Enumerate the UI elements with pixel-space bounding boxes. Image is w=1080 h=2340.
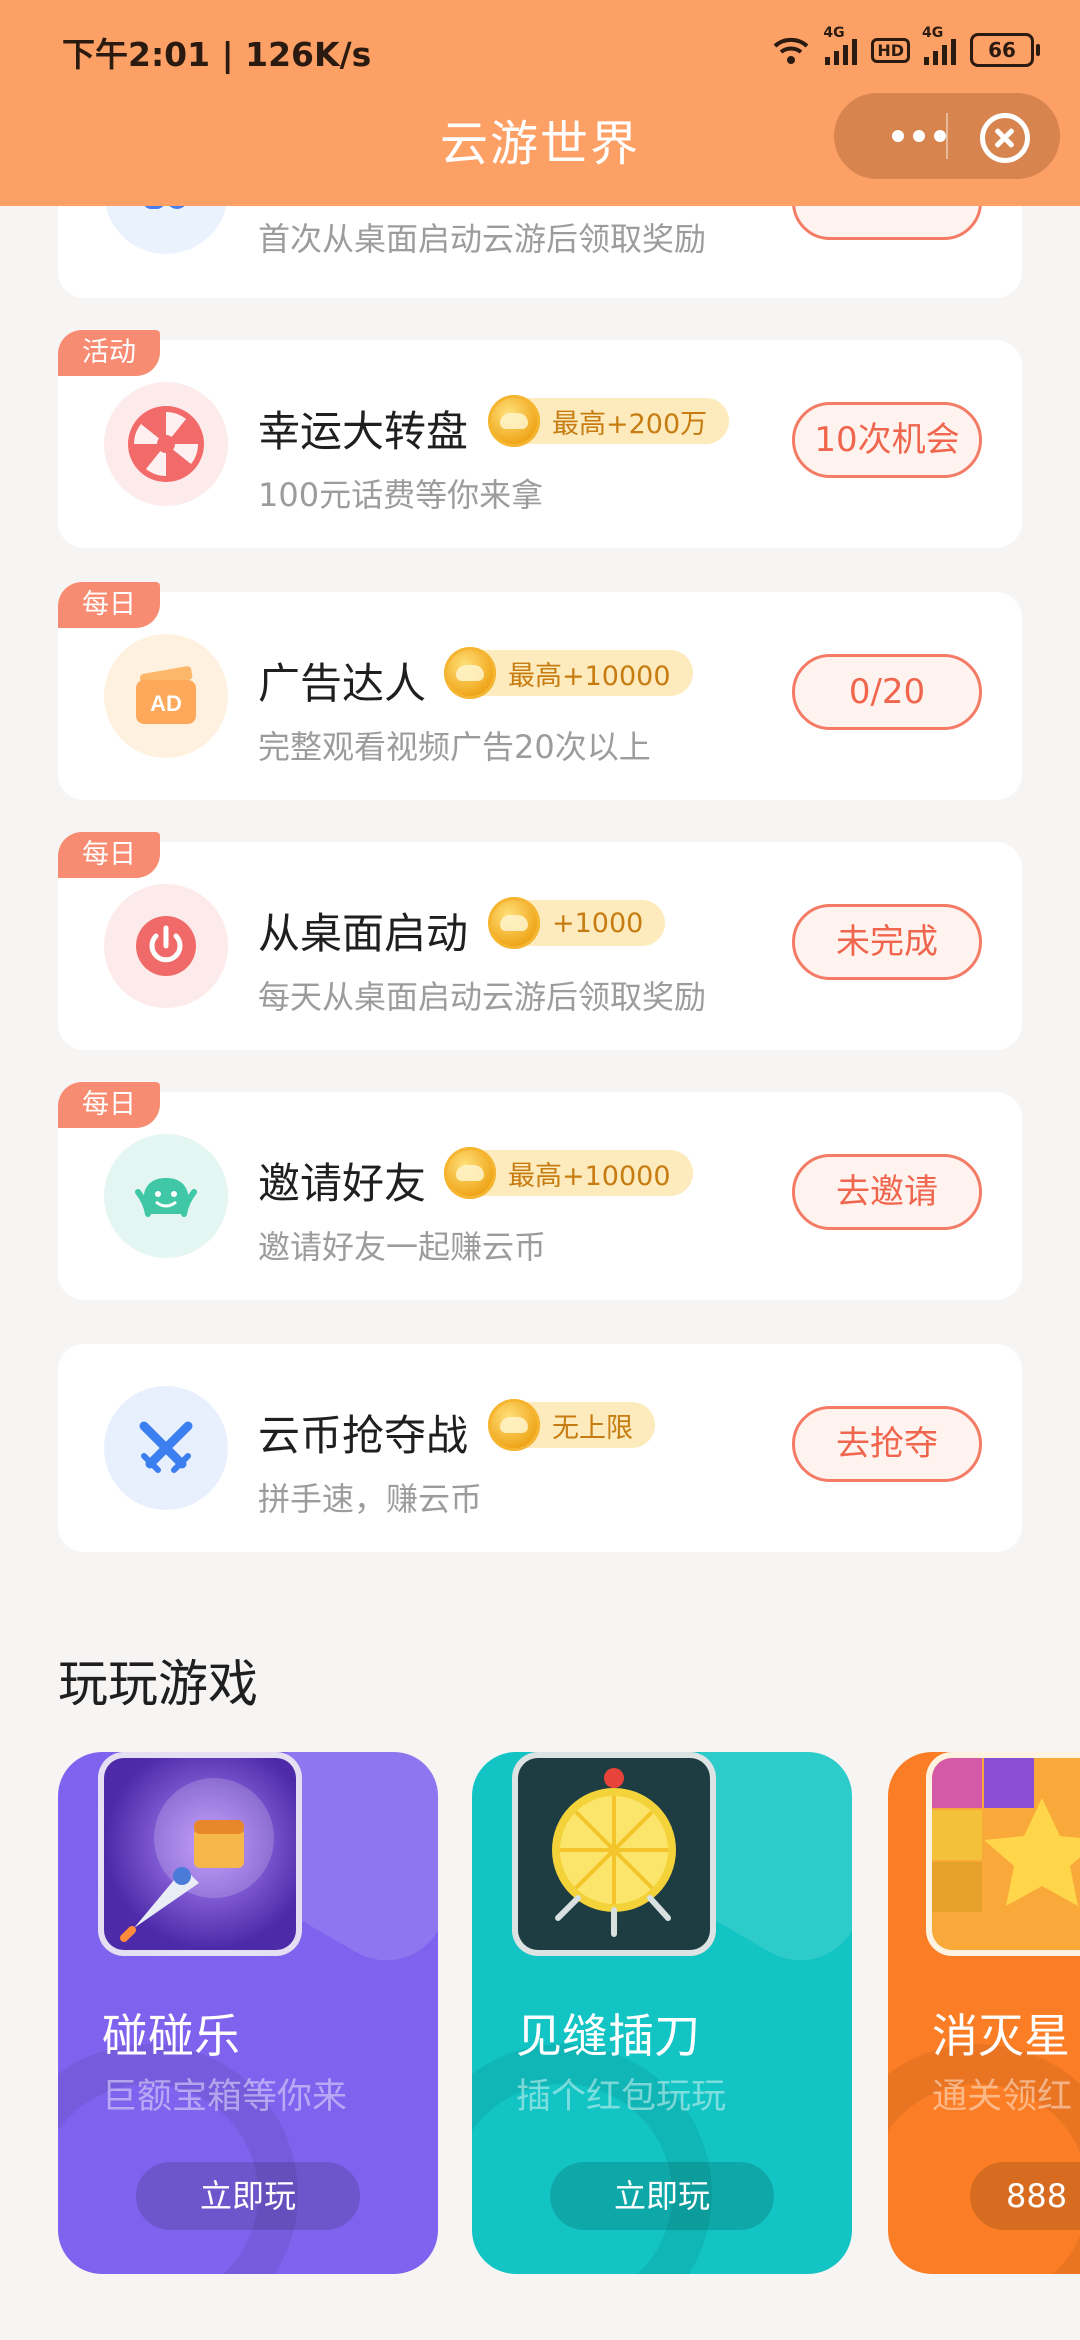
task-subtitle: 100元话费等你来拿	[258, 476, 544, 514]
task-action-button[interactable]: 未完成	[792, 904, 982, 980]
task-action-button[interactable]: 10次机会	[792, 402, 982, 478]
game-subtitle: 插个红包玩玩	[516, 2077, 727, 2117]
game-name: 见缝插刀	[516, 2009, 700, 2063]
task-title: 广告达人	[258, 659, 427, 708]
crossed-swords-icon	[104, 1386, 228, 1510]
task-action-button[interactable]: 去抢夺	[792, 1406, 982, 1482]
capsule-divider	[946, 113, 948, 159]
task-tag: 活动	[58, 330, 160, 376]
network-type-label: 4G	[823, 25, 845, 41]
reward-amount: 无上限	[552, 1412, 633, 1444]
cloud-coin-icon	[488, 395, 540, 447]
status-time: 下午2:01 | 126K/s	[62, 35, 372, 74]
task-title: 云币抢夺战	[258, 1411, 469, 1460]
game-subtitle: 巨额宝箱等你来	[102, 2077, 348, 2117]
task-title: 邀请好友	[258, 1159, 427, 1208]
task-action-button[interactable]: 0/20	[792, 654, 982, 730]
game-card-knife[interactable]: 见缝插刀 插个红包玩玩 立即玩	[472, 1752, 852, 2274]
play-now-button[interactable]: 888	[970, 2162, 1080, 2230]
task-tag: 每日	[58, 1082, 160, 1128]
game-subtitle: 通关领红	[932, 2077, 1073, 2117]
task-card-invite: 每日 邀请好友 最高+10000 邀请好友一起赚云币 去邀请	[58, 1082, 1022, 1300]
more-options-button[interactable]	[864, 93, 974, 179]
reward-badge: 最高+10000	[444, 1147, 693, 1199]
task-card-ad: 每日 AD 广告达人 最高+10000 完整观看视频广告20次以上 0/20	[58, 582, 1022, 800]
status-icons: 4G HD 4G 66	[771, 25, 1040, 70]
svg-text:AD: AD	[150, 691, 182, 716]
network-type-label-2: 4G	[922, 25, 944, 41]
reward-badge: 无上限	[488, 1399, 655, 1451]
power-icon	[104, 884, 228, 1008]
task-action-button[interactable]: 去邀请	[792, 1154, 982, 1230]
status-bar: 下午2:01 | 126K/s 4G HD 4G 66	[0, 0, 1080, 100]
cloud-coin-icon	[444, 647, 496, 699]
battery-icon: 66	[970, 33, 1040, 67]
miniapp-capsule	[834, 93, 1060, 179]
invite-friend-icon	[104, 1134, 228, 1258]
game-thumbnail-lemon	[512, 1752, 716, 1956]
lucky-wheel-icon	[104, 382, 228, 506]
task-title: 幸运大转盘	[258, 407, 469, 456]
task-subtitle: 完整观看视频广告20次以上	[258, 728, 651, 766]
game-name: 消灭星	[932, 2009, 1070, 2063]
reward-amount: 最高+10000	[508, 1160, 671, 1192]
reward-amount: 最高+10000	[508, 660, 671, 692]
reward-amount: 最高+200万	[552, 408, 708, 440]
task-card-desktop-launch: 每日 从桌面启动 +1000 每天从桌面启动云游后领取奖励 未完成	[58, 832, 1022, 1050]
game-card-pengpengle[interactable]: 碰碰乐 巨额宝箱等你来 立即玩	[58, 1752, 438, 2274]
wifi-icon	[773, 37, 809, 64]
game-card-star[interactable]: 消灭星 通关领红 888	[888, 1752, 1080, 2274]
cloud-coin-icon	[444, 1147, 496, 1199]
game-thumbnail-star	[926, 1752, 1080, 1956]
task-subtitle: 拼手速，赚云币	[258, 1480, 483, 1518]
reward-badge: +1000	[488, 897, 666, 949]
cloud-coin-icon	[488, 1399, 540, 1451]
battery-level: 66	[970, 33, 1034, 67]
task-card-lucky-wheel: 活动 幸运大转盘 最高+200万 100元话费等你来拿 10次机会	[58, 330, 1022, 548]
task-card-coin-battle: 云币抢夺战 无上限 拼手速，赚云币 去抢夺	[58, 1344, 1022, 1552]
close-button[interactable]	[980, 113, 1030, 163]
task-subtitle: 每天从桌面启动云游后领取奖励	[258, 978, 707, 1016]
ad-icon: AD	[104, 634, 228, 758]
task-tag: 每日	[58, 582, 160, 628]
task-tag: 每日	[58, 832, 160, 878]
games-section-title: 玩玩游戏	[58, 1655, 258, 1713]
top-header: 下午2:01 | 126K/s 4G HD 4G 66 云游世界	[0, 0, 1080, 206]
game-thumbnail-rocket	[98, 1752, 302, 1956]
task-subtitle: 邀请好友一起赚云币	[258, 1228, 547, 1266]
signal-icon: 4G	[823, 25, 858, 65]
game-name: 碰碰乐	[102, 2009, 240, 2063]
reward-badge: 最高+200万	[488, 395, 730, 447]
task-title: 从桌面启动	[258, 909, 469, 958]
cloud-coin-icon	[488, 897, 540, 949]
signal-icon-2: 4G	[922, 25, 956, 65]
play-now-button[interactable]: 立即玩	[136, 2162, 360, 2230]
play-now-button[interactable]: 立即玩	[550, 2162, 774, 2230]
reward-amount: +1000	[552, 907, 644, 939]
reward-badge: 最高+10000	[444, 647, 693, 699]
task-subtitle: 首次从桌面启动云游后领取奖励	[258, 220, 707, 258]
hd-icon: HD	[871, 37, 910, 63]
